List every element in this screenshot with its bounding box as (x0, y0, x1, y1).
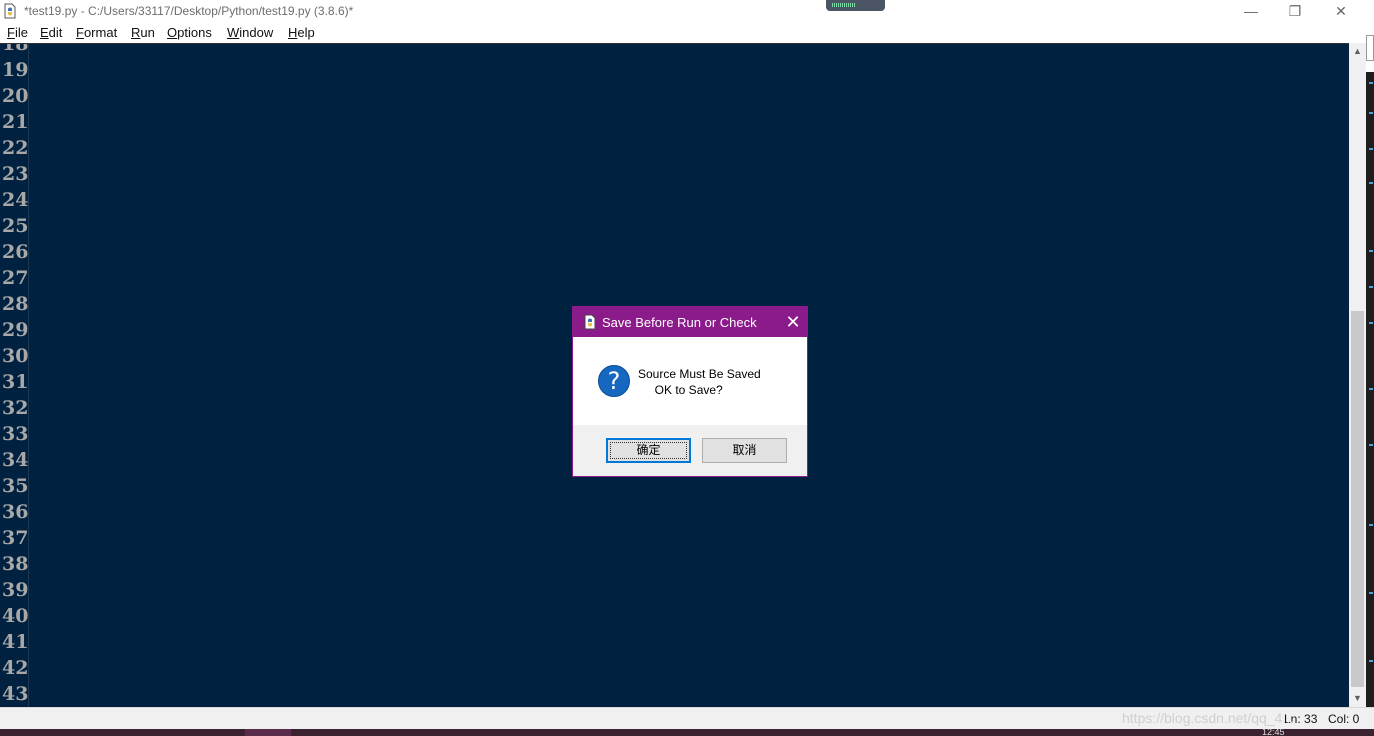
background-window-edge (1366, 35, 1374, 61)
scroll-up-arrow-icon[interactable]: ▲ (1349, 43, 1366, 60)
dialog-titlebar: Save Before Run or Check ✕ (573, 307, 807, 337)
menu-file[interactable]: File (7, 25, 28, 40)
dialog-message-line2: OK to Save? (638, 383, 723, 397)
restore-button[interactable]: ❐ (1272, 0, 1318, 22)
menu-window[interactable]: Window (227, 25, 273, 40)
volume-meter (826, 0, 885, 11)
line-number: 33 (2, 423, 29, 445)
background-window-strip (1366, 72, 1374, 712)
line-number-gutter: 18 19 20 21 22 23 24 25 26 27 28 29 30 3… (0, 43, 29, 708)
line-number: 34 (2, 449, 29, 471)
menu-format[interactable]: Format (76, 25, 117, 40)
menu-run[interactable]: Run (131, 25, 155, 40)
line-number: 35 (2, 475, 29, 497)
menu-edit[interactable]: Edit (40, 25, 62, 40)
line-number: 22 (2, 137, 29, 159)
dialog-message: Source Must Be Saved OK to Save? (638, 366, 761, 398)
close-button[interactable]: ✕ (1318, 0, 1364, 22)
taskbar: 12:45 (0, 729, 1374, 736)
menu-bar: File Edit Format Run Options Window Help (0, 22, 1374, 43)
line-number: 24 (2, 189, 29, 211)
line-number: 25 (2, 215, 29, 237)
minimize-button[interactable]: — (1228, 0, 1274, 22)
question-icon: ? (598, 365, 630, 397)
line-number: 21 (2, 111, 29, 133)
line-number: 32 (2, 397, 29, 419)
idle-file-icon (4, 3, 16, 19)
dialog-body: ? Source Must Be Saved OK to Save? (573, 337, 807, 425)
line-number: 20 (2, 85, 29, 107)
line-number: 42 (2, 657, 29, 679)
line-number: 36 (2, 501, 29, 523)
scrollbar-thumb[interactable] (1351, 311, 1364, 687)
idle-file-icon (584, 314, 596, 330)
save-before-run-dialog: Save Before Run or Check ✕ ? Source Must… (572, 306, 808, 477)
dialog-title: Save Before Run or Check (602, 315, 757, 330)
line-number: 19 (2, 59, 29, 81)
status-column: Col: 0 (1328, 712, 1360, 726)
line-number: 40 (2, 605, 29, 627)
cancel-button[interactable]: 取消 (702, 438, 787, 463)
line-number: 30 (2, 345, 29, 367)
menu-options[interactable]: Options (167, 25, 212, 40)
taskbar-clock: 12:45 (1262, 729, 1285, 736)
line-number: 38 (2, 553, 29, 575)
line-number: 18 (2, 43, 29, 55)
taskbar-active-app[interactable] (245, 729, 291, 736)
line-number: 27 (2, 267, 29, 289)
dialog-close-icon[interactable]: ✕ (779, 311, 807, 333)
line-number: 23 (2, 163, 29, 185)
line-number: 29 (2, 319, 29, 341)
line-number: 39 (2, 579, 29, 601)
window-title: *test19.py - C:/Users/33117/Desktop/Pyth… (24, 4, 354, 18)
scroll-down-arrow-icon[interactable]: ▼ (1349, 690, 1366, 707)
window-titlebar: *test19.py - C:/Users/33117/Desktop/Pyth… (0, 0, 1374, 22)
line-number: 26 (2, 241, 29, 263)
dialog-message-line1: Source Must Be Saved (638, 367, 761, 381)
line-number: 37 (2, 527, 29, 549)
line-number: 43 (2, 683, 29, 705)
line-number: 31 (2, 371, 29, 393)
ok-button[interactable]: 确定 (606, 438, 691, 463)
menu-help[interactable]: Help (288, 25, 315, 40)
line-number: 41 (2, 631, 29, 653)
vertical-scrollbar[interactable]: ▲ ▼ (1349, 43, 1366, 707)
watermark: https://blog.csdn.net/qq_4... (1122, 710, 1295, 726)
line-number: 28 (2, 293, 29, 315)
